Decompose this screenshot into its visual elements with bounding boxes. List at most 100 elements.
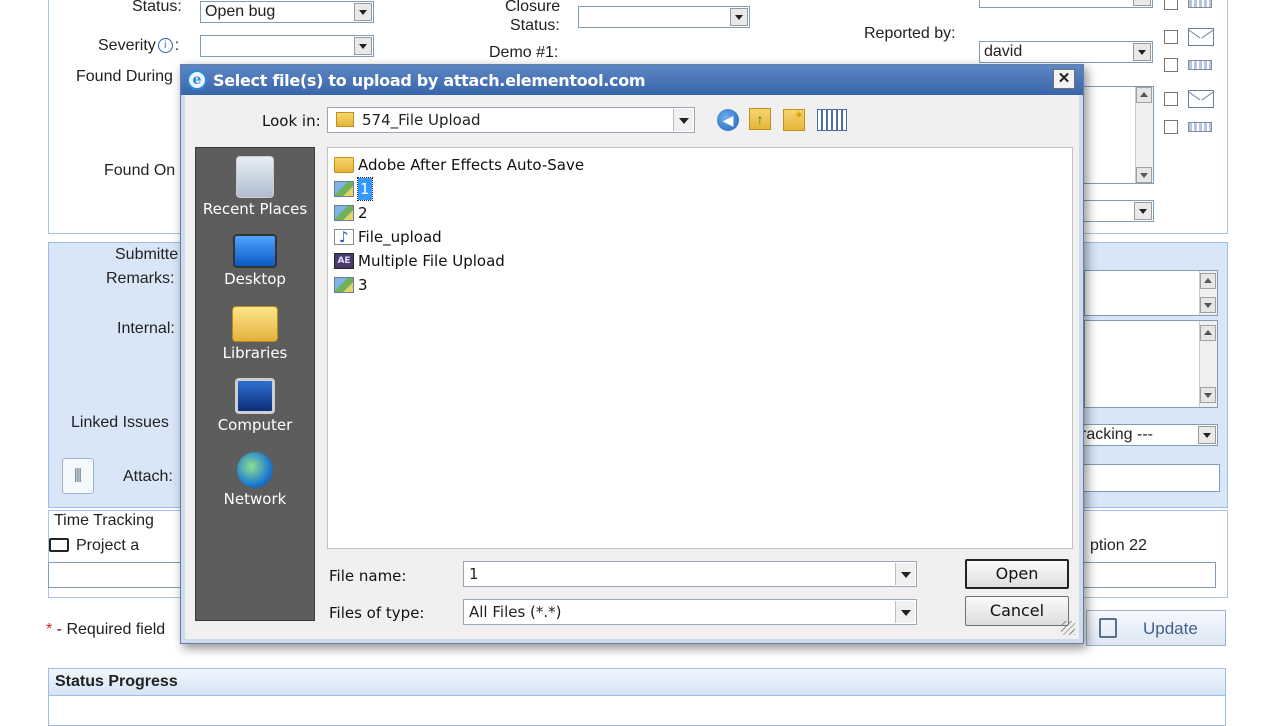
required-text: - Required field [52,621,166,638]
status-progress-body [48,696,1226,726]
reported-by-label: Reported by: [864,25,956,42]
dialog-body: Look in: 574_File Upload ◀ ↑ ✶ Recent Pl… [185,95,1079,639]
closure-status-label-1: Closure [505,0,561,15]
mail-icon[interactable] [1188,90,1214,108]
found-on-label: Found On [104,162,176,179]
save-icon [1099,618,1117,638]
place-recent-places[interactable]: Recent Places [196,156,314,218]
notify-checkbox-1[interactable] [1164,30,1178,44]
computer-icon [235,378,275,414]
scroll-up-icon[interactable] [1200,325,1216,341]
folder-icon [334,157,354,173]
project-field[interactable] [48,562,182,588]
project-label: Project a [76,537,140,554]
remarks-scrollbar[interactable] [1199,271,1217,315]
recent-places-icon [236,156,274,198]
internal-scrollbar[interactable] [1199,321,1217,407]
chevron-down-icon[interactable] [895,563,915,585]
folder-icon [336,112,354,127]
grid-icon[interactable] [1188,60,1212,70]
linked-issues-label: Linked Issues [71,414,169,431]
file-name-label: File name: [329,567,407,585]
place-network[interactable]: Network [196,452,314,508]
chevron-down-icon[interactable] [1133,0,1151,6]
file-upload-dialog: e Select file(s) to upload by attach.ele… [180,64,1084,644]
view-menu-icon[interactable] [817,109,847,131]
mail-icon[interactable] [1188,28,1214,46]
audio-file-icon [334,226,354,248]
option-field[interactable] [1082,562,1216,588]
place-label-recent-places: Recent Places [202,200,308,218]
files-of-type-label: Files of type: [329,604,425,622]
project-icon [49,538,69,552]
chevron-down-icon[interactable] [1133,43,1151,61]
scroll-up-icon[interactable] [1200,273,1216,289]
severity-label-text: Severity [98,37,156,54]
remarks-textarea[interactable] [1084,270,1218,316]
resize-grip-icon[interactable] [1061,621,1075,635]
chevron-down-icon[interactable] [354,3,372,21]
status-select[interactable]: Open bug [200,1,374,23]
update-button-label: Update [1143,619,1198,638]
file-name: Adobe After Effects Auto-Save [358,156,585,174]
desktop-icon [233,234,277,268]
dialog-titlebar[interactable]: e Select file(s) to upload by attach.ele… [181,65,1083,95]
place-libraries[interactable]: Libraries [196,306,314,362]
chevron-down-icon[interactable] [730,8,748,26]
grid-icon[interactable] [1188,0,1212,8]
scroll-down-icon[interactable] [1200,387,1216,403]
listbox-scrollbar[interactable] [1135,87,1153,183]
notify-checkbox-3[interactable] [1164,92,1178,106]
chevron-down-icon[interactable] [673,109,693,131]
image-file-icon [334,205,354,221]
assigned-listbox[interactable] [1080,86,1154,184]
file-list[interactable]: Adobe After Effects Auto-Save 1 2 File_u… [327,147,1073,549]
place-computer[interactable]: Computer [196,378,314,434]
notify-checkbox-4[interactable] [1164,120,1178,134]
time-tracking-select[interactable]: racking --- [1076,424,1218,446]
chevron-down-icon[interactable] [354,37,372,55]
file-name: 1 [357,177,373,201]
chevron-down-icon[interactable] [895,601,915,623]
place-label-desktop: Desktop [224,270,286,288]
dialog-title: Select file(s) to upload by attach.eleme… [213,71,646,90]
look-in-value: 574_File Upload [362,111,481,129]
reported-by-select[interactable]: david [979,41,1153,63]
attach-field[interactable] [1076,464,1220,492]
severity-label-colon: : [174,37,180,54]
internal-textarea[interactable] [1084,320,1218,408]
reported-by-value: david [984,43,1023,60]
back-icon[interactable]: ◀ [717,109,739,131]
up-folder-icon[interactable]: ↑ [749,108,771,130]
paperclip-icon[interactable]: ⦀ [62,458,94,494]
files-of-type-select[interactable]: All Files (*.*) [463,599,917,625]
notify-checkbox-2[interactable] [1164,58,1178,72]
update-button[interactable]: Update [1086,610,1226,646]
file-name: Multiple File Upload [358,252,505,270]
look-in-select[interactable]: 574_File Upload [327,107,695,133]
severity-select[interactable] [200,35,374,57]
scroll-down-icon[interactable] [1136,167,1152,183]
cancel-button[interactable]: Cancel [965,596,1069,626]
extra-select[interactable] [1080,200,1154,222]
grid-icon[interactable] [1188,122,1212,132]
place-desktop[interactable]: Desktop [196,234,314,288]
scroll-up-icon[interactable] [1136,87,1152,103]
top-right-select[interactable] [979,0,1153,8]
close-icon[interactable]: ✕ [1053,69,1075,89]
notify-checkbox-0[interactable] [1164,0,1178,10]
file-name: File_upload [358,228,442,246]
new-folder-icon[interactable]: ✶ [783,109,805,131]
closure-status-select[interactable] [578,6,750,28]
chevron-down-icon[interactable] [1134,202,1152,220]
chevron-down-icon[interactable] [1198,426,1216,444]
place-label-computer: Computer [217,416,293,434]
file-name-value: 1 [469,565,479,583]
file-name-input[interactable]: 1 [463,561,917,587]
internet-explorer-icon: e [187,70,207,90]
option-label: ption 22 [1090,537,1147,554]
open-button[interactable]: Open [965,559,1069,589]
scroll-down-icon[interactable] [1200,297,1216,313]
submitted-label: Submitte [115,246,179,263]
info-icon[interactable]: i [157,38,173,53]
